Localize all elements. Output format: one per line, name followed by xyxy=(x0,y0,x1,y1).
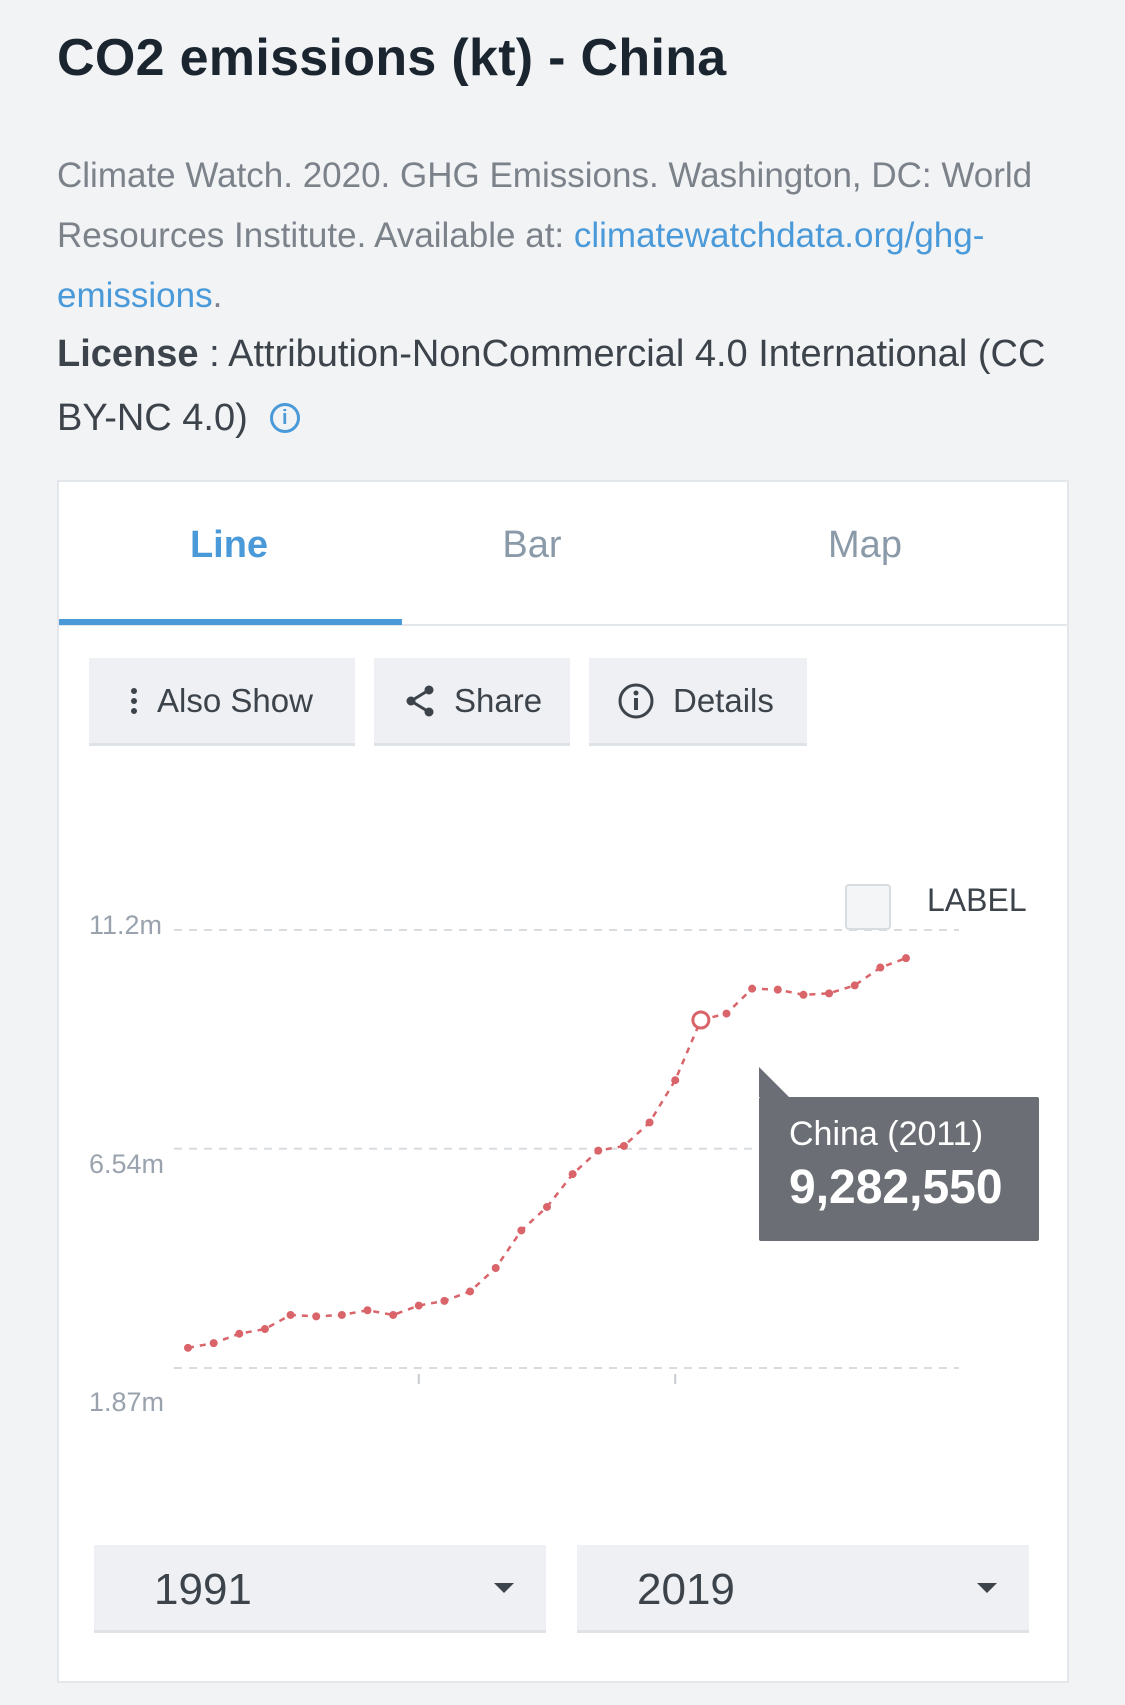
data-point[interactable] xyxy=(389,1310,398,1319)
data-point[interactable] xyxy=(414,1301,423,1310)
license: License : Attribution-NonCommercial 4.0 … xyxy=(57,322,1067,450)
license-text: : Attribution-NonCommercial 4.0 Internat… xyxy=(57,333,1046,439)
data-point[interactable] xyxy=(491,1264,500,1273)
page-title: CO2 emissions (kt) - China xyxy=(57,29,727,87)
data-point[interactable] xyxy=(825,989,834,998)
chevron-down-icon xyxy=(494,1583,514,1593)
chart-card: Line Bar Map Also Show Share Details LAB… xyxy=(57,480,1069,1683)
data-point[interactable] xyxy=(235,1329,244,1338)
data-point[interactable] xyxy=(517,1226,526,1235)
data-point[interactable] xyxy=(312,1312,321,1321)
data-point[interactable] xyxy=(568,1170,577,1179)
data-point[interactable] xyxy=(850,981,859,990)
source-citation: Climate Watch. 2020. GHG Emissions. Wash… xyxy=(57,146,1067,326)
data-point[interactable] xyxy=(645,1118,654,1127)
data-point[interactable] xyxy=(440,1296,449,1305)
data-point[interactable] xyxy=(671,1076,680,1085)
data-point[interactable] xyxy=(876,963,885,972)
year-from-select[interactable]: 1991 xyxy=(94,1545,546,1633)
info-icon[interactable]: i xyxy=(269,403,300,433)
source-suffix: . xyxy=(212,276,223,315)
data-point[interactable] xyxy=(209,1339,218,1348)
data-point[interactable] xyxy=(543,1202,551,1211)
data-point[interactable] xyxy=(286,1310,295,1319)
data-point[interactable] xyxy=(260,1325,269,1334)
highlighted-point[interactable] xyxy=(691,1010,711,1030)
year-to-select[interactable]: 2019 xyxy=(577,1545,1029,1633)
chevron-down-icon xyxy=(977,1583,997,1593)
data-point[interactable] xyxy=(466,1287,475,1296)
year-to-value: 2019 xyxy=(637,1565,735,1614)
data-point[interactable] xyxy=(337,1310,346,1319)
tooltip-title: China (2011) xyxy=(789,1115,984,1153)
data-point[interactable] xyxy=(748,984,757,993)
data-point[interactable] xyxy=(363,1306,372,1315)
data-point[interactable] xyxy=(773,985,782,994)
data-point[interactable] xyxy=(722,1009,731,1018)
data-point[interactable] xyxy=(902,954,910,963)
license-label: License xyxy=(57,333,199,375)
tooltip-value: 9,282,550 xyxy=(789,1161,1003,1214)
data-point[interactable] xyxy=(594,1146,603,1155)
year-from-value: 1991 xyxy=(154,1565,252,1614)
data-point[interactable] xyxy=(184,1343,192,1352)
data-point[interactable] xyxy=(799,990,808,999)
tooltip: China (2011) 9,282,550 xyxy=(759,1067,1039,1241)
data-point[interactable] xyxy=(619,1141,628,1150)
line-chart xyxy=(174,929,959,1384)
